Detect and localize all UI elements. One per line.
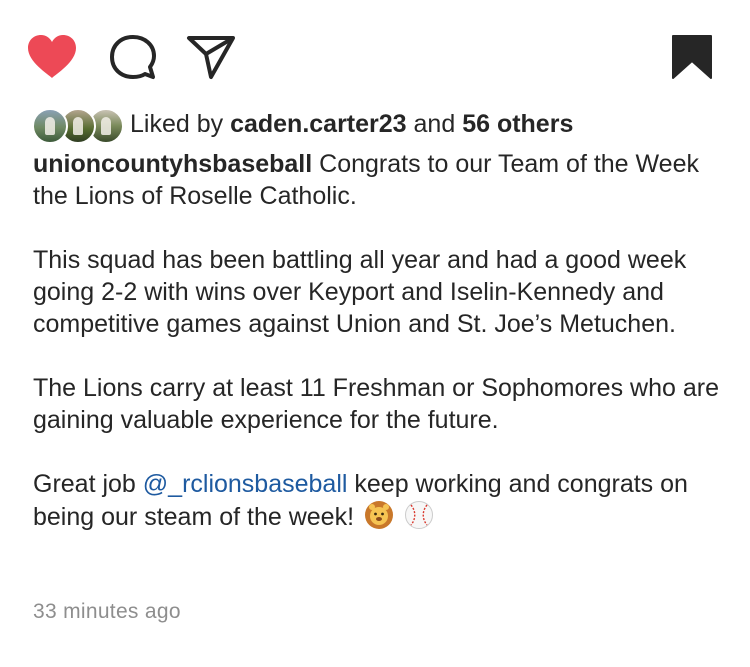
likes-text: Liked by caden.carter23 and 56 others [130,110,573,139]
post-action-bar [0,0,750,110]
liker-avatars [32,106,124,144]
heart-filled-icon [28,35,76,78]
caption-paragraph: This squad has been battling all year an… [33,246,687,338]
paper-plane-icon [187,36,235,79]
likes-summary[interactable]: Liked by caden.carter23 and 56 others [32,106,573,144]
avatar [32,108,68,144]
mention-link[interactable]: @_rclionsbaseball [143,470,348,498]
share-button[interactable] [186,34,236,80]
likes-connector: and [406,109,463,138]
likes-prefix: Liked by [130,109,231,138]
post-caption: unioncountyhsbaseball Congrats to our Te… [33,148,733,533]
post-timestamp: 33 minutes ago [33,600,181,623]
save-button[interactable] [670,34,714,80]
poster-username[interactable]: unioncountyhsbaseball [33,150,312,178]
baseball-emoji [405,501,434,529]
bookmark-filled-icon [672,35,712,79]
like-button[interactable] [26,34,78,80]
caption-paragraph: The Lions carry at least 11 Freshman or … [33,374,719,434]
caption-paragraph: Great job @_rclionsbaseball keep working… [33,468,733,533]
lion-face-emoji [365,501,394,529]
likes-others-count[interactable]: 56 others [462,110,573,138]
comment-bubble-icon [110,35,156,79]
liker-username[interactable]: caden.carter23 [230,110,407,138]
caption-paragraph: unioncountyhsbaseball Congrats to our Te… [33,148,733,212]
comment-button[interactable] [110,34,156,80]
caption-text: Great job [33,470,143,498]
